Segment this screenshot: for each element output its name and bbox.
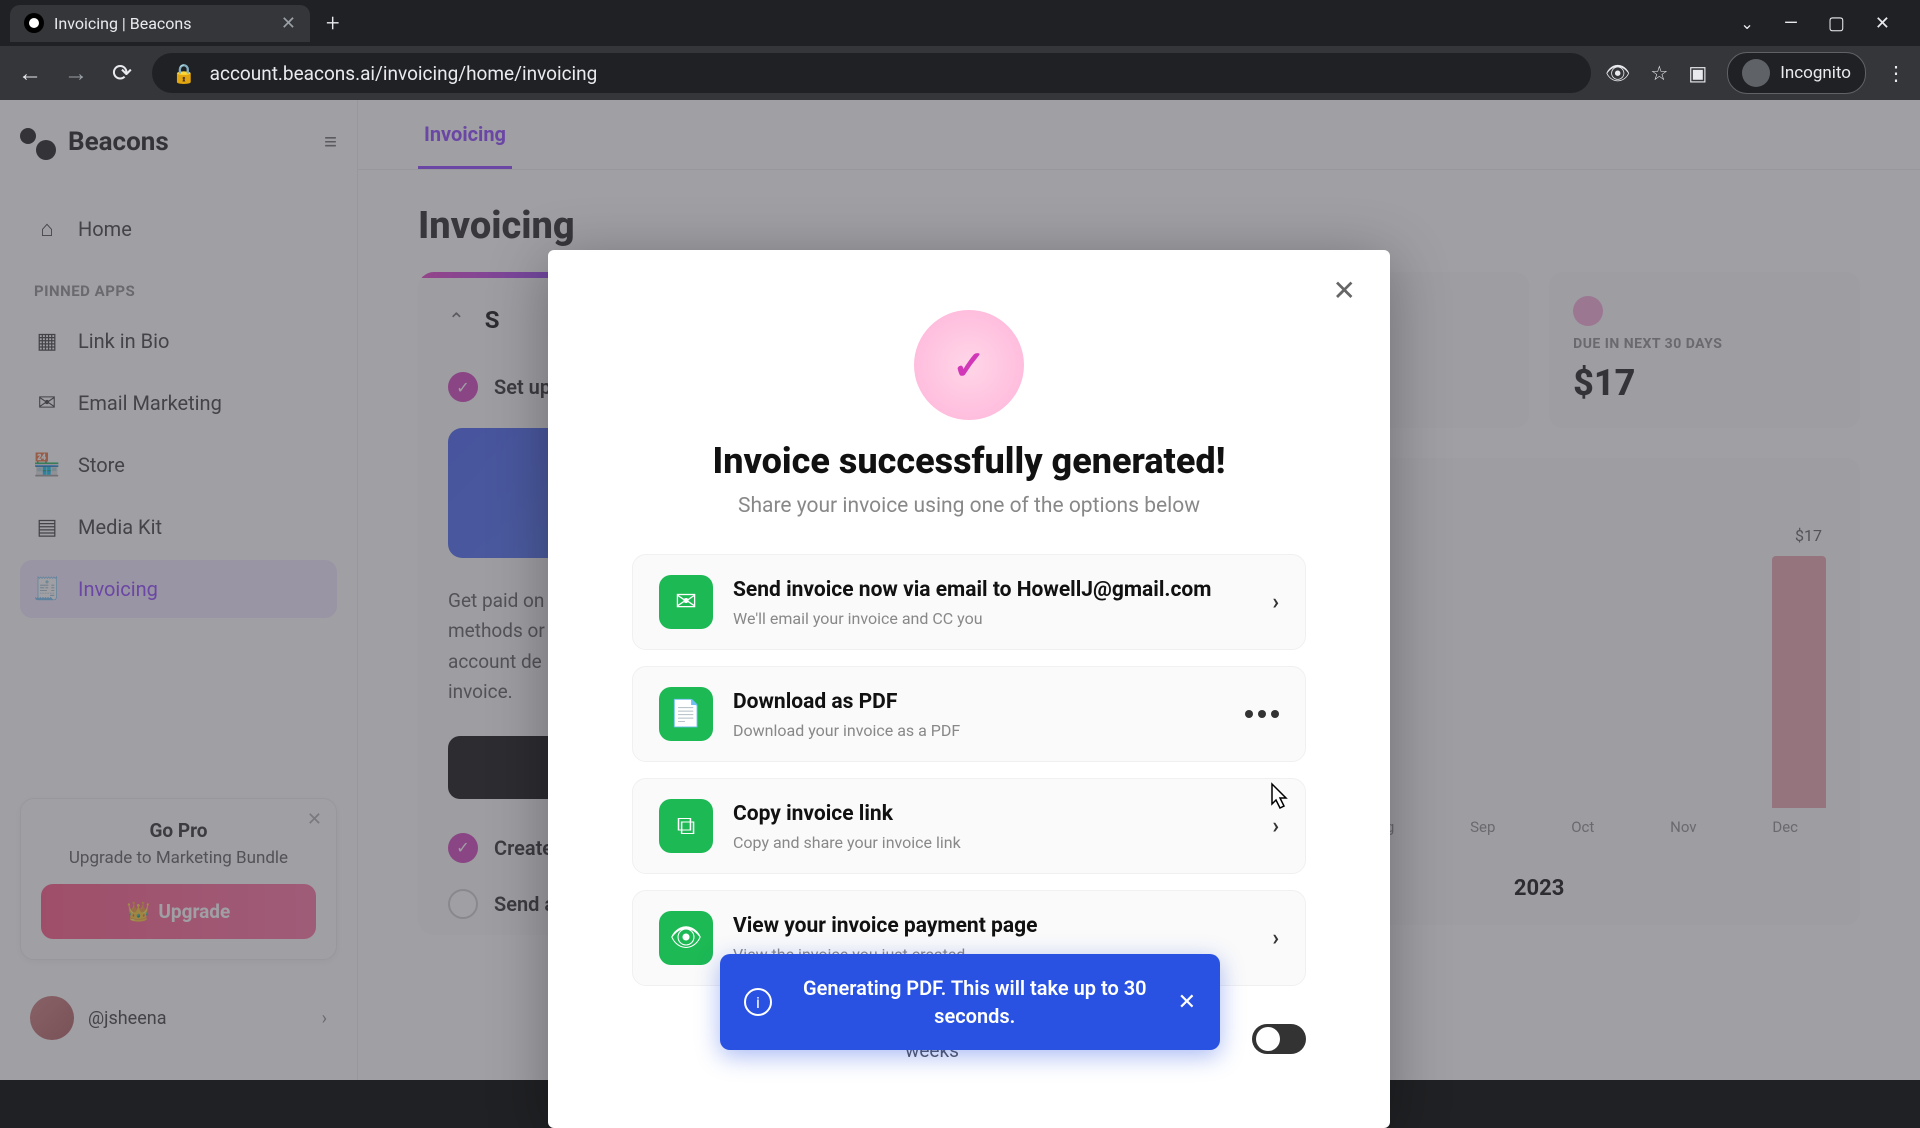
success-badge: ✓ bbox=[914, 310, 1024, 420]
lock-icon: 🔒 bbox=[172, 62, 196, 85]
eye-icon: 👁 bbox=[659, 911, 713, 965]
modal-subtitle: Share your invoice using one of the opti… bbox=[548, 494, 1390, 518]
bookmark-icon[interactable]: ☆ bbox=[1650, 61, 1668, 85]
loading-dots-icon bbox=[1245, 710, 1279, 718]
mail-icon: ✉ bbox=[659, 575, 713, 629]
forward-button[interactable]: → bbox=[60, 59, 92, 88]
url-bar[interactable]: 🔒 account.beacons.ai/invoicing/home/invo… bbox=[152, 53, 1591, 93]
info-icon: i bbox=[744, 988, 772, 1016]
tabs-dropdown-icon[interactable]: ⌄ bbox=[1740, 14, 1753, 33]
toast-close-button[interactable]: ✕ bbox=[1178, 990, 1196, 1015]
new-tab-button[interactable]: + bbox=[318, 9, 348, 37]
back-button[interactable]: ← bbox=[14, 59, 46, 88]
eye-off-icon[interactable]: 👁 bbox=[1605, 61, 1630, 85]
option-title: Download as PDF bbox=[733, 688, 1225, 716]
option-download-pdf[interactable]: 📄 Download as PDF Download your invoice … bbox=[632, 666, 1306, 762]
reload-button[interactable]: ⟳ bbox=[106, 59, 138, 87]
auto-remind-toggle[interactable] bbox=[1252, 1024, 1306, 1054]
check-icon: ✓ bbox=[952, 342, 986, 389]
modal-close-button[interactable]: ✕ bbox=[1333, 274, 1356, 307]
toast-generating-pdf: i Generating PDF. This will take up to 3… bbox=[720, 954, 1220, 1050]
option-desc: We'll email your invoice and CC you bbox=[733, 609, 1252, 628]
tab-title: Invoicing | Beacons bbox=[54, 14, 271, 33]
option-title: View your invoice payment page bbox=[733, 912, 1252, 940]
modal-title: Invoice successfully generated! bbox=[548, 440, 1390, 482]
option-desc: Download your invoice as a PDF bbox=[733, 721, 1225, 740]
incognito-label: Incognito bbox=[1780, 63, 1851, 83]
pdf-icon: 📄 bbox=[659, 687, 713, 741]
chevron-right-icon: › bbox=[1272, 814, 1279, 839]
url-text: account.beacons.ai/invoicing/home/invoic… bbox=[210, 62, 598, 85]
tab-close-icon[interactable]: ✕ bbox=[281, 13, 296, 34]
panel-icon[interactable]: ▣ bbox=[1688, 61, 1707, 85]
favicon bbox=[24, 13, 44, 33]
incognito-icon bbox=[1742, 59, 1770, 87]
option-title: Send invoice now via email to HowellJ@gm… bbox=[733, 576, 1252, 604]
window-maximize-icon[interactable]: ▢ bbox=[1828, 13, 1845, 34]
option-desc: Copy and share your invoice link bbox=[733, 833, 1252, 852]
menu-dots-icon[interactable]: ⋮ bbox=[1886, 61, 1906, 85]
option-title: Copy invoice link bbox=[733, 800, 1252, 828]
window-minimize-icon[interactable]: — bbox=[1784, 13, 1798, 34]
incognito-badge[interactable]: Incognito bbox=[1727, 52, 1866, 94]
window-close-icon[interactable]: ✕ bbox=[1875, 13, 1890, 34]
copy-icon: ⧉ bbox=[659, 799, 713, 853]
chevron-right-icon: › bbox=[1272, 590, 1279, 615]
option-send-email[interactable]: ✉ Send invoice now via email to HowellJ@… bbox=[632, 554, 1306, 650]
option-copy-link[interactable]: ⧉ Copy invoice link Copy and share your … bbox=[632, 778, 1306, 874]
toast-text: Generating PDF. This will take up to 30 … bbox=[790, 974, 1160, 1030]
chevron-right-icon: › bbox=[1272, 926, 1279, 951]
browser-tab[interactable]: Invoicing | Beacons ✕ bbox=[10, 5, 310, 42]
